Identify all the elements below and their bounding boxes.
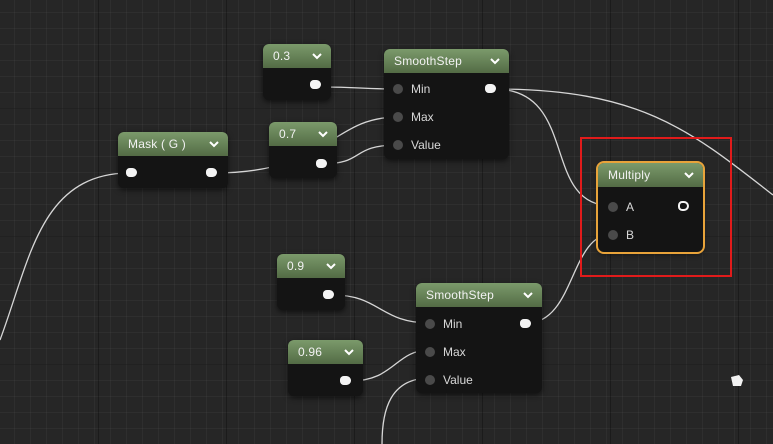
input-label: Max (411, 110, 434, 124)
mask-title: Mask ( G ) (128, 137, 186, 151)
input-pin-icon[interactable] (393, 84, 403, 94)
constant-node-0-9[interactable]: 0.9 (277, 254, 345, 310)
constant-header[interactable]: 0.96 (288, 340, 363, 364)
input-label: Value (411, 138, 441, 152)
output-pin-icon[interactable] (310, 80, 321, 89)
constant-header[interactable]: 0.9 (277, 254, 345, 278)
smoothstep-header[interactable]: SmoothStep (416, 283, 542, 307)
chevron-down-icon[interactable] (311, 50, 323, 62)
constant-header[interactable]: 0.3 (263, 44, 331, 68)
input-row-max[interactable]: Max (393, 110, 434, 124)
chevron-down-icon[interactable] (325, 260, 337, 272)
constant-header[interactable]: 0.7 (269, 122, 337, 146)
input-row-value[interactable]: Value (393, 138, 441, 152)
input-label: Max (443, 345, 466, 359)
input-row-max[interactable]: Max (425, 345, 466, 359)
input-row-min[interactable]: Min (393, 82, 430, 96)
output-pin-icon[interactable] (316, 159, 327, 168)
constant-node-0-96[interactable]: 0.96 (288, 340, 363, 396)
constant-value: 0.7 (279, 127, 297, 141)
input-label: Min (443, 317, 463, 331)
input-row-min[interactable]: Min (425, 317, 462, 331)
input-pin-icon[interactable] (393, 140, 403, 150)
constant-node-0-7[interactable]: 0.7 (269, 122, 337, 178)
smoothstep-node-top[interactable]: SmoothStep Min Max Value (384, 49, 509, 159)
input-pin-icon[interactable] (393, 112, 403, 122)
wire-mask-left (0, 172, 131, 341)
constant-value: 0.9 (287, 259, 305, 273)
mask-node[interactable]: Mask ( G ) (118, 132, 228, 188)
output-pin-icon[interactable] (323, 290, 334, 299)
constant-value: 0.96 (298, 345, 323, 359)
smoothstep-title: SmoothStep (426, 288, 495, 302)
input-label: Min (411, 82, 431, 96)
chevron-down-icon[interactable] (343, 346, 355, 358)
smoothstep-title: SmoothStep (394, 54, 463, 68)
chevron-down-icon[interactable] (489, 55, 501, 67)
input-row-value[interactable]: Value (425, 373, 473, 387)
constant-node-0-3[interactable]: 0.3 (263, 44, 331, 100)
input-pin-icon[interactable] (425, 347, 435, 357)
chevron-down-icon[interactable] (317, 128, 329, 140)
input-pin-icon[interactable] (425, 375, 435, 385)
output-pin-icon[interactable] (520, 319, 531, 328)
annotation-highlight-box (580, 137, 732, 277)
cursor-icon (731, 375, 743, 386)
input-pin-icon[interactable] (425, 319, 435, 329)
constant-value: 0.3 (273, 49, 291, 63)
output-pin-icon[interactable] (340, 376, 351, 385)
chevron-down-icon[interactable] (208, 138, 220, 150)
smoothstep-header[interactable]: SmoothStep (384, 49, 509, 73)
chevron-down-icon[interactable] (522, 289, 534, 301)
output-pin-icon[interactable] (126, 168, 137, 177)
input-label: Value (443, 373, 473, 387)
output-pin-icon[interactable] (206, 168, 217, 177)
output-pin-icon[interactable] (485, 84, 496, 93)
mask-header[interactable]: Mask ( G ) (118, 132, 228, 156)
smoothstep-node-bottom[interactable]: SmoothStep Min Max Value (416, 283, 542, 393)
